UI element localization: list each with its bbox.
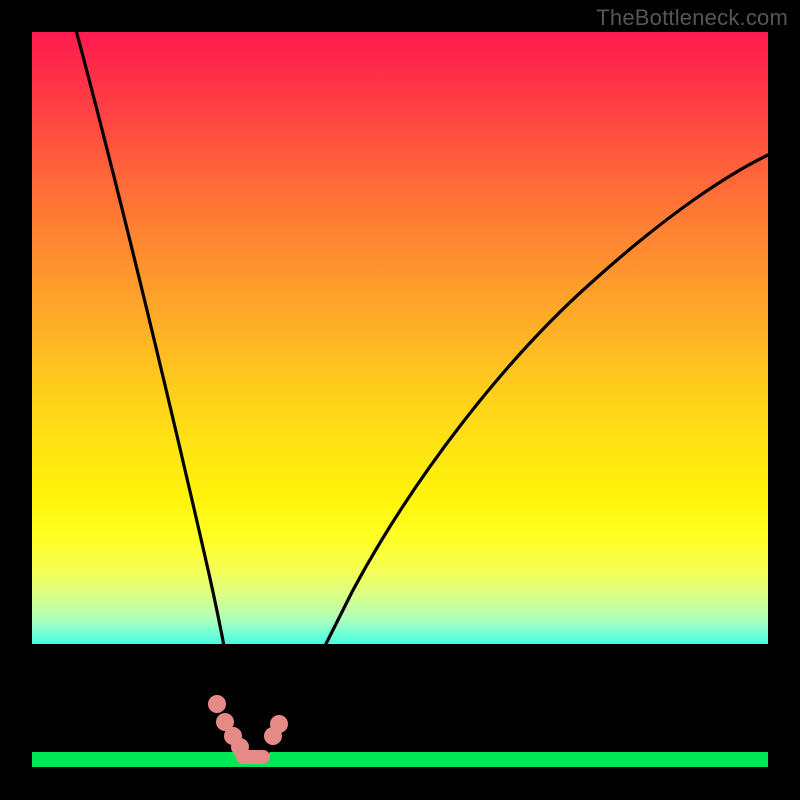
right-curve — [264, 154, 768, 758]
marker-dot — [208, 695, 226, 713]
left-curve — [76, 32, 247, 760]
curve-layer — [32, 32, 768, 768]
plot-area — [32, 32, 768, 768]
watermark-text: TheBottleneck.com — [596, 5, 788, 31]
marker-dot — [270, 715, 288, 733]
marker-dot — [231, 738, 249, 756]
outer-frame: TheBottleneck.com — [0, 0, 800, 800]
